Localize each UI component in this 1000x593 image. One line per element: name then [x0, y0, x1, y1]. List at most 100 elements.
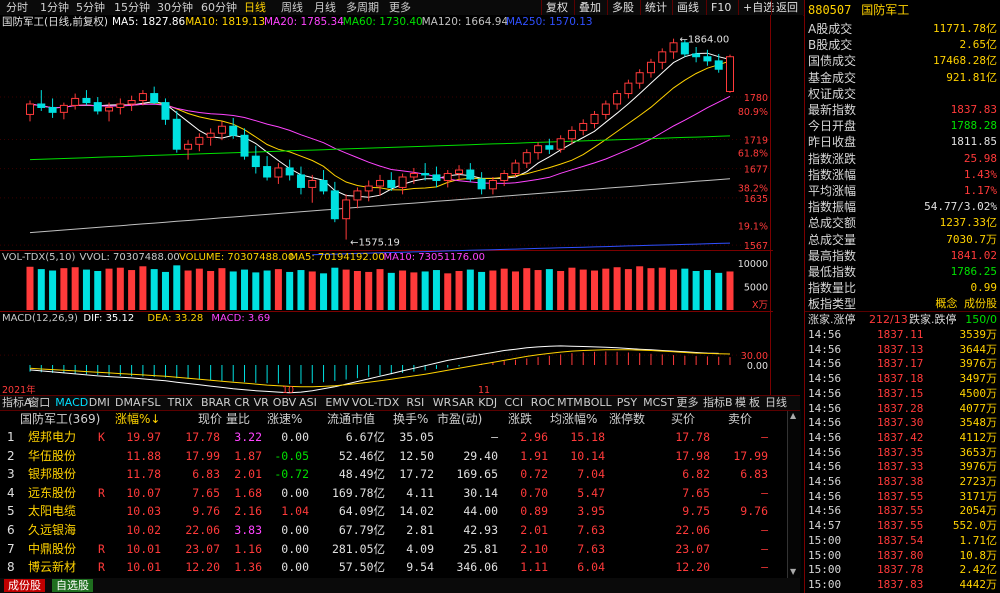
- indicator-tab-20[interactable]: MTM: [557, 396, 583, 410]
- col-header-8[interactable]: 涨跌: [508, 410, 532, 428]
- indicator-tab-9[interactable]: VR: [254, 396, 269, 410]
- col-header-4[interactable]: 涨速%: [267, 410, 302, 428]
- candle-body: [714, 60, 723, 70]
- col-header-5[interactable]: 流通市值: [327, 410, 375, 428]
- toolbar-button-5[interactable]: F10: [706, 0, 735, 15]
- volume-bar: [387, 272, 395, 310]
- table-row[interactable]: 1 煜邦电力 K 19.97 17.78 3.22 0.00 6.67亿 35.05 – 2.96 1…: [0, 428, 800, 447]
- period-tab-1[interactable]: 1分钟: [40, 0, 69, 15]
- period-tab-5[interactable]: 60分钟: [201, 0, 237, 15]
- cell-avg: 3.95: [577, 504, 605, 519]
- indicator-tab-1[interactable]: 窗口: [28, 396, 50, 410]
- table-row[interactable]: 5 太阳电缆 10.03 9.76 2.16 1.04 64.09亿 14.02 44.00 0.…: [0, 502, 800, 521]
- col-header-1[interactable]: 涨幅%↓: [115, 410, 160, 428]
- stock-table[interactable]: 1 煜邦电力 K 19.97 17.78 3.22 0.00 6.67亿 35.05 – 2.96 1…: [0, 428, 787, 578]
- indicator-tab-15[interactable]: WR: [433, 396, 452, 410]
- table-row[interactable]: 3 银邦股份 11.78 6.83 2.01 -0.72 48.49亿 17.72 169.65…: [0, 465, 800, 484]
- indicator-tab-18[interactable]: CCI: [505, 396, 524, 410]
- vol-legend-2: VOLUME: 70307488.00: [179, 252, 294, 263]
- bottom-tab-0[interactable]: 成份股: [4, 579, 45, 592]
- indicator-tab-6[interactable]: TRIX: [168, 396, 193, 410]
- volume-bar: [703, 270, 711, 310]
- period-tab-7[interactable]: 周线: [281, 0, 303, 15]
- volume-bar: [613, 267, 621, 310]
- indicator-tab-17[interactable]: KDJ: [478, 396, 497, 410]
- col-header-10[interactable]: 涨停数: [609, 410, 645, 428]
- toolbar-button-1[interactable]: 叠加: [574, 0, 605, 15]
- indicator-tab-14[interactable]: RSI: [406, 396, 424, 410]
- indicator-tab-3[interactable]: DMI: [89, 396, 110, 410]
- indicator-tab-22[interactable]: PSY: [617, 396, 637, 410]
- pct-tick-1: 61.8%: [738, 149, 768, 160]
- indicator-tab-8[interactable]: CR: [234, 396, 249, 410]
- col-header-3[interactable]: 量比: [226, 410, 250, 428]
- macd-legend-0: MACD(12,26,9): [2, 313, 78, 324]
- period-tab-4[interactable]: 30分钟: [157, 0, 193, 15]
- stats-list: A股成交 11771.78亿 B股成交 2.65亿 国债成交 17468.28亿 基金成交 9…: [805, 20, 1000, 350]
- tick-volume: 2.42亿: [959, 563, 998, 577]
- bottom-tab-1[interactable]: 自选股: [52, 579, 93, 592]
- indicator-tab-4[interactable]: DMA: [115, 396, 141, 410]
- vol-tick-1: 5000: [744, 283, 768, 294]
- indicator-tab-0[interactable]: 指标A: [2, 396, 32, 410]
- indicator-tab-7[interactable]: BRAR: [201, 396, 231, 410]
- cell-vr: 1.36: [234, 560, 262, 575]
- tick-list[interactable]: 14:56 1837.11 3539万 14:56 1837.13 3644万 14:56 1…: [805, 327, 1000, 593]
- toolbar-button-7[interactable]: 返回: [771, 0, 802, 15]
- table-row[interactable]: 8 博云新材 R 10.01 12.20 1.36 0.00 57.50亿 9.54 346.06…: [0, 558, 800, 577]
- volume-bar: [466, 269, 474, 310]
- tick-time: 14:56: [808, 475, 842, 488]
- indicator-tab-23[interactable]: MCST: [643, 396, 674, 410]
- candle-body: [251, 155, 260, 168]
- indicator-tab-5[interactable]: FSL: [141, 396, 160, 410]
- col-header-6[interactable]: 换手%: [393, 410, 428, 428]
- col-header-7[interactable]: 市盈(动): [437, 410, 482, 428]
- cell-price: 17.99: [185, 448, 220, 463]
- indicator-tab-21[interactable]: BOLL: [583, 396, 611, 410]
- indicator-tab-16[interactable]: SAR: [452, 396, 474, 410]
- period-tab-9[interactable]: 多周期: [346, 0, 379, 15]
- period-tab-8[interactable]: 月线: [314, 0, 336, 15]
- indicator-right-1[interactable]: 模: [735, 396, 746, 410]
- cell-turn: 35.05: [399, 430, 434, 444]
- tick-time: 14:56: [808, 342, 842, 356]
- col-header-12[interactable]: 卖价: [728, 410, 752, 428]
- cell-diff: 1.11: [520, 560, 548, 575]
- col-header-9[interactable]: 均涨幅%: [550, 410, 597, 428]
- period-tab-10[interactable]: 更多: [389, 0, 411, 15]
- indicator-tab-10[interactable]: OBV: [273, 396, 296, 410]
- indicator-right-3[interactable]: 日线: [765, 396, 787, 410]
- indicator-tab-12[interactable]: EMV: [325, 396, 349, 410]
- table-row[interactable]: 6 久远银海 10.02 22.06 3.83 0.00 67.79亿 2.81 42.93 2.…: [0, 521, 800, 540]
- toolbar-button-4[interactable]: 画线: [672, 0, 703, 15]
- col-header-2[interactable]: 现价: [198, 410, 222, 428]
- indicator-tab-11[interactable]: ASI: [299, 396, 317, 410]
- tick-time: 14:56: [808, 357, 842, 371]
- col-header-0[interactable]: 国防军工(369): [20, 410, 100, 428]
- cell-vr: 2.16: [234, 504, 262, 519]
- table-row[interactable]: 7 中鼎股份 R 10.01 23.07 1.16 0.00 281.05亿 4.09 25.81…: [0, 540, 800, 559]
- cell-spd: 0.00: [281, 523, 309, 537]
- table-row[interactable]: 4 远东股份 R 10.07 7.65 1.68 0.00 169.78亿 4.11 30.14 0…: [0, 484, 800, 503]
- kline-chart[interactable]: 国防军工(日线,前复权) MA5: 1827.86 MA10: 1819.13MA2…: [0, 15, 773, 396]
- indicator-tab-24[interactable]: 更多: [677, 396, 699, 410]
- period-tab-3[interactable]: 15分钟: [114, 0, 150, 15]
- toolbar-button-0[interactable]: 复权: [541, 0, 572, 15]
- updown-label: 涨家.涨停: [808, 313, 856, 326]
- volume-bar: [274, 269, 282, 310]
- col-header-11[interactable]: 买价: [671, 410, 695, 428]
- toolbar-button-3[interactable]: 统计: [640, 0, 671, 15]
- cell-n: 3: [7, 467, 15, 482]
- chart-area[interactable]: 国防军工(日线,前复权) MA5: 1827.86 MA10: 1819.13 MA2…: [0, 15, 773, 396]
- period-tab-0[interactable]: 分时: [6, 0, 28, 15]
- period-tab-2[interactable]: 5分钟: [76, 0, 105, 15]
- indicator-tab-2[interactable]: MACD: [55, 396, 88, 410]
- indicator-tab-13[interactable]: VOL-TDX: [352, 396, 400, 410]
- indicator-tab-19[interactable]: ROC: [531, 396, 555, 410]
- indicator-right-2[interactable]: 板: [749, 396, 760, 410]
- toolbar-button-2[interactable]: 多股: [607, 0, 638, 15]
- cell-flag: R: [98, 541, 105, 556]
- indicator-right-0[interactable]: 指标B: [703, 396, 733, 410]
- table-row[interactable]: 2 华伍股份 11.88 17.99 1.87 -0.05 52.46亿 12.50 29.40…: [0, 447, 800, 466]
- period-tab-6[interactable]: 日线: [244, 0, 266, 15]
